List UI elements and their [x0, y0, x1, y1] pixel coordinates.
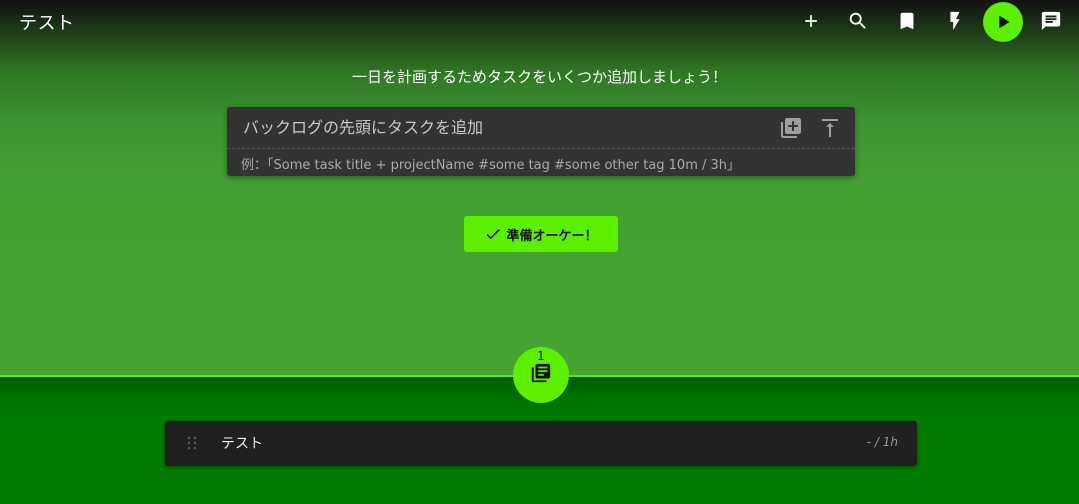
notes-button[interactable] [1036, 6, 1066, 36]
drag-handle-icon[interactable] [187, 436, 197, 450]
search-button[interactable] [843, 6, 873, 36]
backlog-icon [531, 363, 551, 383]
app-header: テスト [0, 0, 1079, 44]
backlog-count: 1 [537, 349, 545, 363]
task-title[interactable]: テスト [221, 433, 263, 453]
planning-area [0, 0, 1079, 375]
flash-icon [950, 11, 960, 31]
check-icon [487, 229, 501, 240]
bookmark-button[interactable] [892, 6, 922, 36]
app-title: テスト [19, 13, 75, 34]
play-icon [999, 15, 1010, 29]
add-task-hint: 例：「Some task title + projectName #some t… [241, 158, 741, 173]
add-to-backlog-button[interactable] [779, 116, 803, 140]
focus-mode-button[interactable] [940, 6, 970, 36]
ready-button[interactable]: 準備オーケー！ [464, 216, 618, 252]
add-task-button[interactable] [796, 6, 826, 36]
bookmark-icon [900, 12, 914, 30]
search-icon [849, 12, 866, 29]
add-to-top-button[interactable] [818, 116, 842, 140]
chat-icon [1041, 11, 1061, 31]
card-divider [227, 148, 855, 149]
ready-button-label: 準備オーケー！ [506, 227, 598, 243]
library-add-icon [781, 118, 801, 138]
play-button[interactable] [983, 2, 1023, 42]
planning-prompt: 一日を計画するためタスクをいくつか追加しましょう！ [351, 68, 727, 86]
add-task-input[interactable] [243, 116, 763, 138]
backlog-task-row[interactable]: テスト - / 1h [165, 421, 917, 466]
backlog-toggle-button[interactable]: 1 [513, 347, 569, 403]
vertical-align-top-icon [822, 119, 838, 137]
add-icon [805, 15, 817, 27]
task-time-estimate[interactable]: - / 1h [867, 435, 898, 449]
add-task-card: 例：「Some task title + projectName #some t… [227, 107, 855, 176]
